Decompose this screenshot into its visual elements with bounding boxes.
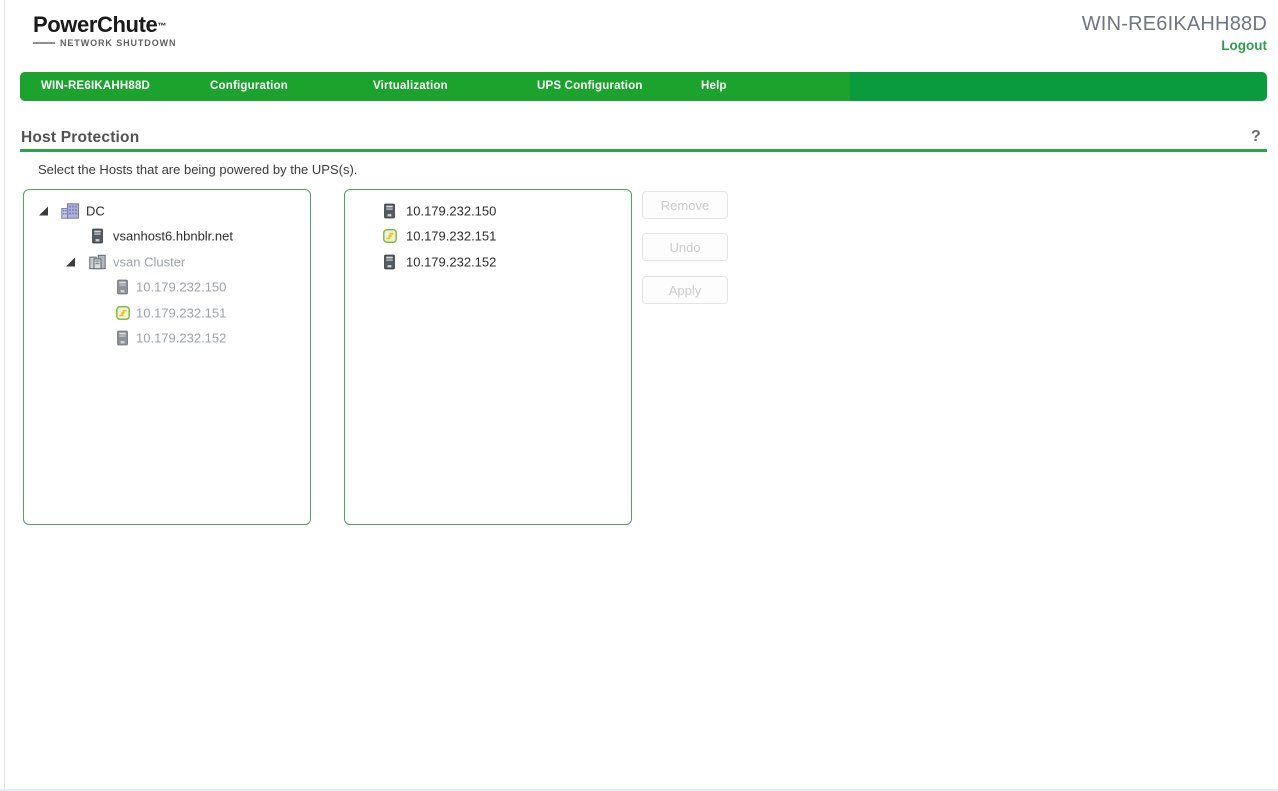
tree-node-label: DC: [86, 203, 105, 218]
datacenter-icon: [61, 203, 80, 219]
vm-icon: [383, 229, 397, 243]
protected-host-label: 10.179.232.152: [406, 254, 496, 269]
tree-node-host[interactable]: 10.179.232.152: [24, 326, 310, 352]
logo-dash: [33, 42, 55, 44]
tree-node-dc[interactable]: DC: [24, 198, 310, 224]
nav-item-configuration[interactable]: Configuration: [210, 72, 288, 101]
cluster-icon: [89, 254, 106, 269]
protected-host-row[interactable]: 10.179.232.150: [345, 198, 631, 224]
page-left-edge: [4, 0, 5, 791]
help-icon[interactable]: ?: [1251, 128, 1261, 146]
nav-item-virtualization[interactable]: Virtualization: [373, 72, 448, 101]
protected-host-row[interactable]: 10.179.232.151: [345, 224, 631, 250]
caret-expanded-icon[interactable]: [66, 257, 75, 266]
logo-title: PowerChute™: [33, 13, 176, 37]
page-root: PowerChute™ NETWORK SHUTDOWN WIN-RE6IKAH…: [0, 0, 1278, 791]
host-icon: [384, 203, 395, 218]
title-underline: [20, 149, 1267, 152]
tree-node-label: 10.179.232.151: [136, 305, 226, 320]
page-title: Host Protection: [21, 129, 139, 147]
caret-expanded-icon[interactable]: [39, 206, 48, 215]
tree-node-vm[interactable]: 10.179.232.151: [24, 300, 310, 326]
logo-title-text: PowerChute: [33, 12, 157, 37]
tree-node-host[interactable]: 10.179.232.150: [24, 275, 310, 301]
logo-subtitle: NETWORK SHUTDOWN: [60, 38, 176, 48]
tree-node-label: vsanhost6.hbnblr.net: [113, 229, 233, 244]
nav-item-ups-configuration[interactable]: UPS Configuration: [537, 72, 643, 101]
host-icon: [384, 254, 395, 269]
server-name: WIN-RE6IKAHH88D: [1082, 13, 1267, 36]
logout-link[interactable]: Logout: [1221, 38, 1267, 53]
protected-host-label: 10.179.232.151: [406, 229, 496, 244]
nav-item-hostname[interactable]: WIN-RE6IKAHH88D: [41, 72, 150, 101]
protected-host-row[interactable]: 10.179.232.152: [345, 249, 631, 275]
main-nav: WIN-RE6IKAHH88D Configuration Virtualiza…: [20, 72, 1267, 101]
host-icon: [117, 280, 128, 295]
tree-node-cluster[interactable]: vsan Cluster: [24, 249, 310, 275]
account-area: WIN-RE6IKAHH88D Logout: [1082, 13, 1267, 55]
logo-subtitle-row: NETWORK SHUTDOWN: [33, 38, 176, 48]
apply-button[interactable]: Apply: [642, 276, 728, 304]
host-icon: [117, 331, 128, 346]
protected-hosts-panel[interactable]: 10.179.232.150 10.179.232.151 10.179.232…: [344, 189, 632, 525]
undo-button[interactable]: Undo: [642, 233, 728, 261]
instruction-text: Select the Hosts that are being powered …: [38, 162, 357, 177]
tree-node-label: 10.179.232.150: [136, 280, 226, 295]
protected-host-label: 10.179.232.150: [406, 203, 496, 218]
host-icon: [92, 229, 103, 244]
nav-item-help[interactable]: Help: [701, 72, 727, 101]
powerchute-logo: PowerChute™ NETWORK SHUTDOWN: [33, 13, 176, 48]
logo-trademark: ™: [157, 21, 166, 31]
tree-node-label: vsan Cluster: [113, 254, 185, 269]
tree-node-label: 10.179.232.152: [136, 331, 226, 346]
tree-node-host[interactable]: vsanhost6.hbnblr.net: [24, 224, 310, 250]
remove-button[interactable]: Remove: [642, 191, 728, 219]
host-tree-panel[interactable]: DC vsanhost6.hbnblr.net vsan Cluster 10.…: [23, 189, 311, 525]
vm-icon: [116, 306, 130, 320]
